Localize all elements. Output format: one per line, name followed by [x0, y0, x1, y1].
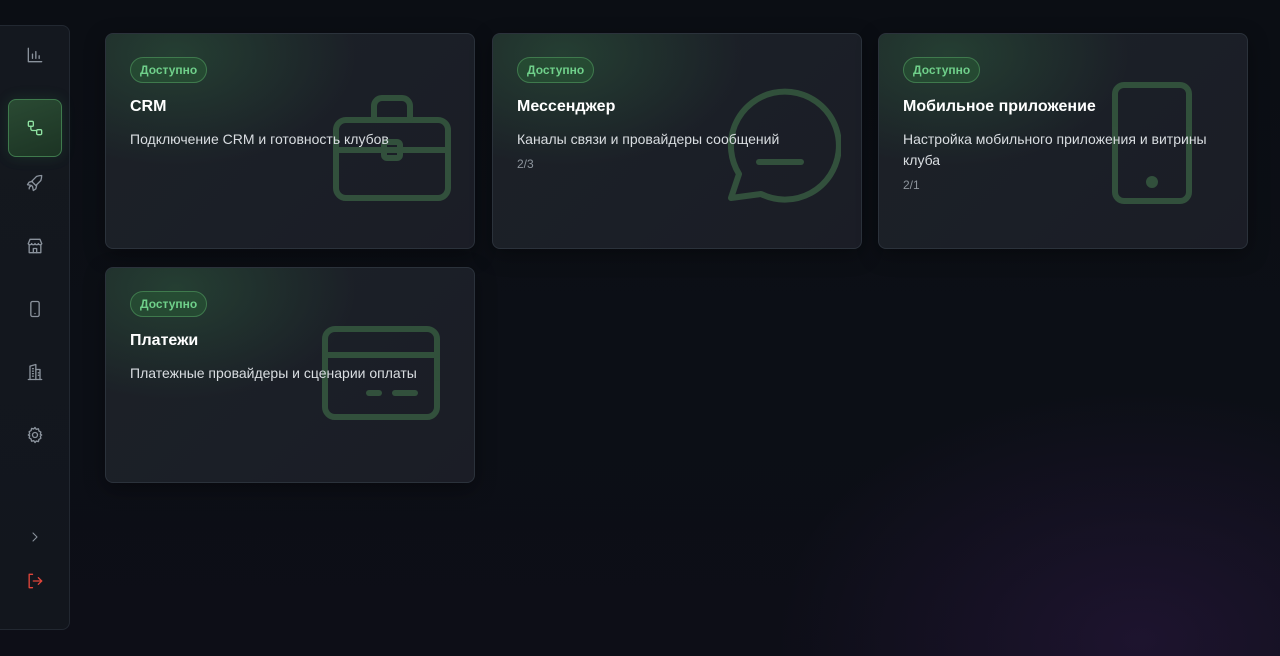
sidebar-item-store[interactable] — [8, 217, 62, 275]
integration-card-mobile-app[interactable]: Доступно Мобильное приложение Настройка … — [878, 33, 1248, 249]
card-title: Мессенджер — [517, 98, 616, 115]
card-title: CRM — [130, 98, 167, 115]
rocket-icon — [26, 174, 43, 192]
sidebar-item-integrations[interactable] — [8, 99, 62, 157]
logout-icon — [28, 573, 43, 589]
status-badge: Доступно — [130, 57, 208, 83]
sidebar-item-launch[interactable] — [8, 154, 62, 212]
store-icon — [27, 238, 43, 254]
integrations-icon — [27, 120, 43, 136]
sidebar-item-analytics[interactable] — [8, 26, 62, 84]
integration-card-messenger[interactable]: Доступно Мессенджер Каналы связи и прова… — [492, 33, 862, 249]
mobile-icon — [30, 300, 40, 318]
chevron-right-icon — [32, 532, 38, 542]
status-badge: Доступно — [903, 57, 981, 83]
card-description: Каналы связи и провайдеры сообщений — [517, 131, 780, 147]
chat-bubble-icon — [727, 88, 841, 203]
bar-chart-icon — [27, 47, 43, 63]
card-description: Настройка мобильного приложения и витрин… — [903, 131, 1207, 168]
card-title: Мобильное приложение — [903, 98, 1096, 115]
status-badge: Доступно — [130, 291, 208, 317]
sidebar — [0, 25, 70, 630]
sidebar-item-mobile[interactable] — [8, 280, 62, 338]
integration-card-crm[interactable]: Доступно CRM Подключение CRM и готовност… — [105, 33, 475, 249]
logout-button[interactable] — [8, 552, 62, 610]
card-description: Подключение CRM и готовность клубов — [130, 131, 389, 147]
building-icon — [27, 363, 43, 381]
status-badge: Доступно — [517, 57, 595, 83]
card-description: Платежные провайдеры и сценарии оплаты — [130, 365, 417, 381]
gear-icon — [27, 426, 43, 444]
integration-card-payments[interactable]: Доступно Платежи Платежные провайдеры и … — [105, 267, 475, 483]
sidebar-item-settings[interactable] — [8, 406, 62, 464]
sidebar-item-clubs[interactable] — [8, 343, 62, 401]
card-title: Платежи — [130, 332, 199, 349]
card-counter: 2/1 — [903, 178, 920, 192]
card-counter: 2/3 — [517, 157, 534, 171]
